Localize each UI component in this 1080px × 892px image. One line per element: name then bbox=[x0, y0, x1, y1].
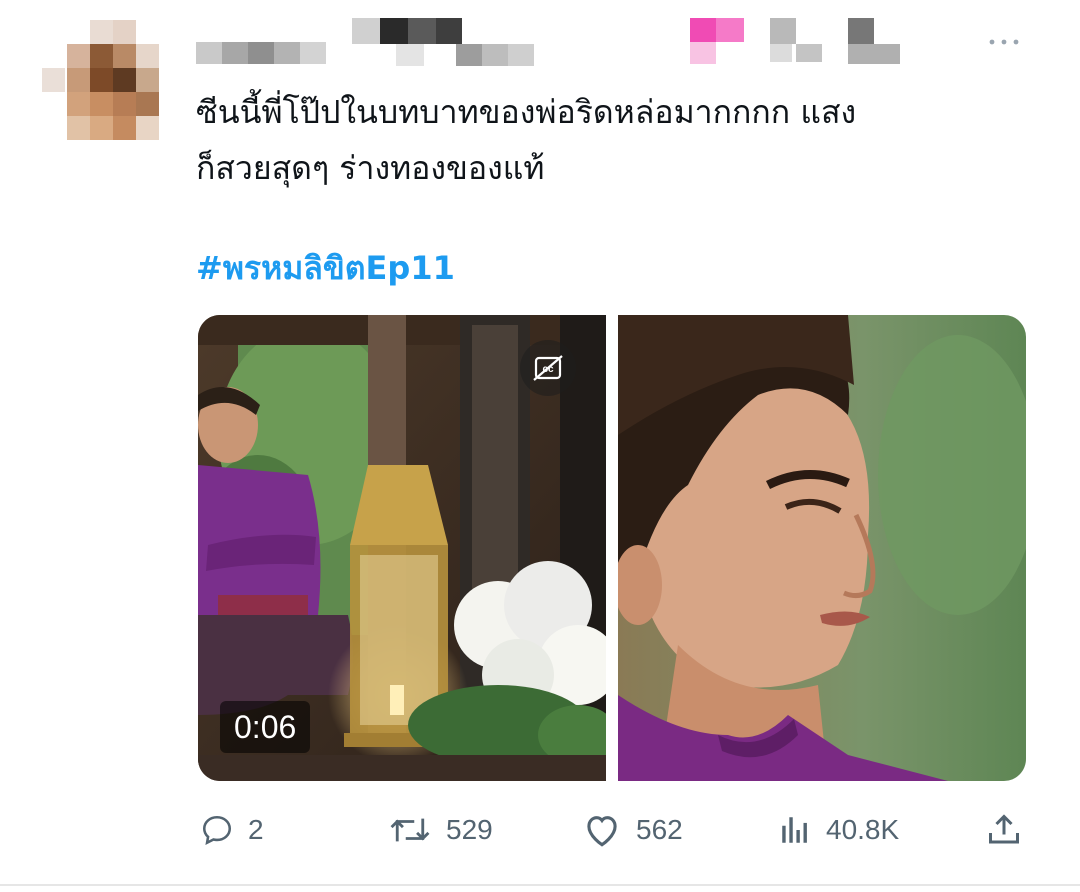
views-icon bbox=[782, 817, 807, 843]
photo-thumbnail[interactable] bbox=[618, 315, 1026, 781]
tweet-card[interactable]: ซีนนี้พี่โป๊ปในบทบาทของพ่อริดหล่อมากกกก … bbox=[0, 0, 1080, 892]
retweet-count: 529 bbox=[446, 814, 493, 845]
reply-icon bbox=[202, 815, 232, 846]
views-button[interactable]: 40.8K bbox=[778, 795, 899, 865]
share-button[interactable] bbox=[986, 795, 1022, 865]
like-count: 562 bbox=[636, 814, 683, 845]
avatar[interactable] bbox=[42, 20, 170, 150]
tweet-text-line: ก็สวยสุดๆ ร่างทองของแท้ bbox=[196, 149, 545, 187]
reply-count: 2 bbox=[248, 814, 264, 845]
like-icon bbox=[587, 816, 617, 847]
like-button[interactable]: 562 bbox=[582, 795, 683, 865]
tweet-text-line: ซีนนี้พี่โป๊ปในบทบาทของพ่อริดหล่อมากกกก … bbox=[196, 93, 857, 131]
divider bbox=[0, 884, 1080, 886]
media-grid[interactable] bbox=[198, 315, 1026, 781]
retweet-icon bbox=[390, 818, 430, 842]
hashtag-link[interactable]: #พรหมลิขิตEp11 bbox=[196, 244, 455, 292]
view-count: 40.8K bbox=[826, 814, 900, 845]
video-duration: 0:06 bbox=[220, 701, 311, 753]
tweet-text: ซีนนี้พี่โป๊ปในบทบาทของพ่อริดหล่อมากกกก … bbox=[196, 84, 1046, 196]
closed-captions-off-icon[interactable]: cc bbox=[520, 340, 576, 396]
share-icon bbox=[989, 814, 1019, 844]
action-bar: 2 529 562 40.8K bbox=[0, 795, 1080, 865]
more-dots-icon[interactable] bbox=[986, 32, 1026, 48]
retweet-button[interactable]: 529 bbox=[388, 795, 493, 865]
reply-button[interactable]: 2 bbox=[200, 795, 264, 865]
